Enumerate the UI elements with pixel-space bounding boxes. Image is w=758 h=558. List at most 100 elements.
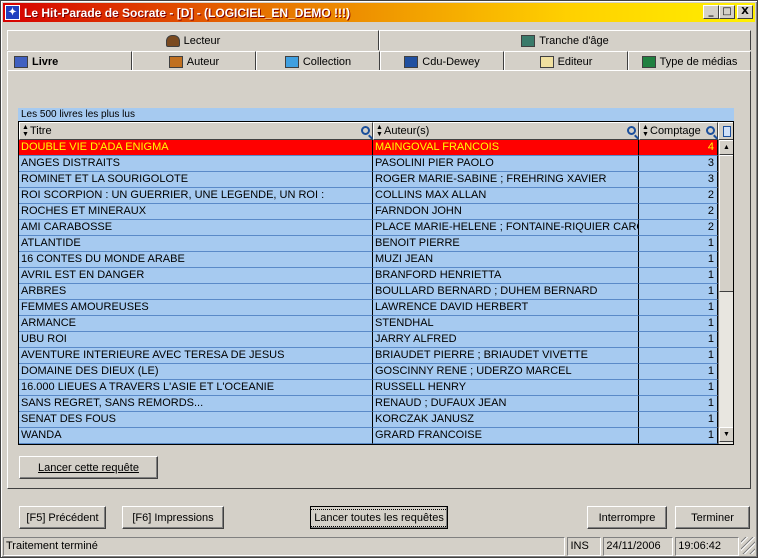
table-cell-titre[interactable]: AVRIL EST EN DANGER <box>19 268 373 284</box>
table-cell-auteur[interactable]: STENDHAL <box>373 316 639 332</box>
table-cell-auteur[interactable]: MAINGOVAL FRANCOIS <box>373 140 639 156</box>
table-cell-comptage[interactable]: 1 <box>639 252 718 268</box>
delete-icon[interactable] <box>718 122 733 140</box>
table-cell-titre[interactable]: ARBRES <box>19 284 373 300</box>
table-cell-titre[interactable]: AVENTURE INTERIEURE AVEC TERESA DE JESUS <box>19 348 373 364</box>
scroll-up-button[interactable]: ▲ <box>719 140 733 155</box>
resize-grip[interactable] <box>741 537 755 554</box>
table-cell-titre[interactable]: SENAT DES FOUS <box>19 412 373 428</box>
table-cell-auteur[interactable]: RUSSELL HENRY <box>373 380 639 396</box>
table-row[interactable]: ROMINET ET LA SOURIGOLOTE ROGER MARIE-SAB… <box>19 172 718 188</box>
column-header-titre[interactable]: ▲ ▼ Titre <box>19 122 373 140</box>
tab-livre[interactable]: Livre <box>7 51 132 72</box>
table-cell-comptage[interactable]: 1 <box>639 428 718 444</box>
table-cell-comptage[interactable]: 1 <box>639 268 718 284</box>
table-cell-titre[interactable]: ATLANTIDE <box>19 236 373 252</box>
table-cell-titre[interactable]: SANS REGRET, SANS REMORDS... <box>19 396 373 412</box>
table-cell-titre[interactable]: ROMINET ET LA SOURIGOLOTE <box>19 172 373 188</box>
table-row[interactable]: ATLANTIDE BENOIT PIERRE 1 <box>19 236 718 252</box>
table-cell-titre[interactable]: WANDA <box>19 428 373 444</box>
table-row[interactable]: AMI CARABOSSE PLACE MARIE-HELENE ; FONTAI… <box>19 220 718 236</box>
results-grid[interactable]: ▲ ▼ Titre ▲ ▼ Auteur(s) ▲ ▼ Comptage DOUBLE… <box>18 121 734 445</box>
table-row[interactable]: SANS REGRET, SANS REMORDS... RENAUD ; DUF… <box>19 396 718 412</box>
table-cell-auteur[interactable]: MUZI JEAN <box>373 252 639 268</box>
table-cell-auteur[interactable]: COLLINS MAX ALLAN <box>373 188 639 204</box>
table-row[interactable]: SENAT DES FOUS KORCZAK JANUSZ 1 <box>19 412 718 428</box>
table-cell-comptage[interactable]: 4 <box>639 140 718 156</box>
table-row[interactable]: ARBRES BOULLARD BERNARD ; DUHEM BERNARD 1 <box>19 284 718 300</box>
tab-cdu-dewey[interactable]: Cdu-Dewey <box>380 51 504 71</box>
table-cell-comptage[interactable]: 3 <box>639 172 718 188</box>
table-cell-comptage[interactable]: 1 <box>639 412 718 428</box>
table-cell-titre[interactable]: DOUBLE VIE D'ADA ENIGMA <box>19 140 373 156</box>
table-cell-auteur[interactable]: PASOLINI PIER PAOLO <box>373 156 639 172</box>
table-cell-auteur[interactable]: RENAUD ; DUFAUX JEAN <box>373 396 639 412</box>
table-cell-auteur[interactable]: BRIAUDET PIERRE ; BRIAUDET VIVETTE <box>373 348 639 364</box>
table-cell-auteur[interactable]: GOSCINNY RENE ; UDERZO MARCEL <box>373 364 639 380</box>
table-row[interactable]: UBU ROI JARRY ALFRED 1 <box>19 332 718 348</box>
table-cell-comptage[interactable]: 1 <box>639 284 718 300</box>
sort-icon[interactable]: ▲ ▼ <box>642 124 649 138</box>
table-cell-titre[interactable]: UBU ROI <box>19 332 373 348</box>
table-cell-titre[interactable]: ROCHES ET MINERAUX <box>19 204 373 220</box>
table-cell-comptage[interactable]: 1 <box>639 316 718 332</box>
table-row[interactable]: DOMAINE DES DIEUX (LE) GOSCINNY RENE ; UD… <box>19 364 718 380</box>
interrupt-button[interactable]: Interrompre <box>587 506 667 529</box>
previous-button[interactable]: [F5] Précédent <box>19 506 106 529</box>
table-cell-titre[interactable]: FEMMES AMOUREUSES <box>19 300 373 316</box>
table-cell-comptage[interactable]: 1 <box>639 300 718 316</box>
run-all-queries-button[interactable]: Lancer toutes les requêtes <box>310 506 448 529</box>
minimize-button[interactable]: _ <box>703 5 719 19</box>
table-cell-titre[interactable]: 16 CONTES DU MONDE ARABE <box>19 252 373 268</box>
sort-icon[interactable]: ▲ ▼ <box>376 124 383 138</box>
table-cell-auteur[interactable]: ROGER MARIE-SABINE ; FREHRING XAVIER <box>373 172 639 188</box>
tab-auteur[interactable]: Auteur <box>132 51 256 71</box>
tab-tranche-age[interactable]: Tranche d'âge <box>379 30 751 50</box>
table-cell-titre[interactable]: ARMANCE <box>19 316 373 332</box>
table-row[interactable]: 16.000 LIEUES A TRAVERS L'ASIE ET L'OCEA… <box>19 380 718 396</box>
table-row[interactable]: FEMMES AMOUREUSES LAWRENCE DAVID HERBERT 1 <box>19 300 718 316</box>
search-icon[interactable] <box>706 126 715 135</box>
tab-type-medias[interactable]: Type de médias <box>628 51 751 71</box>
table-cell-auteur[interactable]: BRANFORD HENRIETTA <box>373 268 639 284</box>
column-header-auteurs[interactable]: ▲ ▼ Auteur(s) <box>373 122 639 140</box>
table-cell-comptage[interactable]: 2 <box>639 188 718 204</box>
table-cell-auteur[interactable]: PLACE MARIE-HELENE ; FONTAINE-RIQUIER CA… <box>373 220 639 236</box>
table-cell-titre[interactable]: 16.000 LIEUES A TRAVERS L'ASIE ET L'OCEA… <box>19 380 373 396</box>
table-cell-titre[interactable]: DOMAINE DES DIEUX (LE) <box>19 364 373 380</box>
table-cell-comptage[interactable]: 1 <box>639 332 718 348</box>
table-cell-comptage[interactable]: 1 <box>639 236 718 252</box>
vertical-scrollbar[interactable]: ▲ ▼ <box>718 140 733 444</box>
table-cell-titre[interactable]: AMI CARABOSSE <box>19 220 373 236</box>
table-row[interactable]: ROCHES ET MINERAUX FARNDON JOHN 2 <box>19 204 718 220</box>
table-row[interactable]: ANGES DISTRAITS PASOLINI PIER PAOLO 3 <box>19 156 718 172</box>
table-cell-auteur[interactable]: FARNDON JOHN <box>373 204 639 220</box>
table-cell-comptage[interactable]: 1 <box>639 348 718 364</box>
tab-editeur[interactable]: Editeur <box>504 51 628 71</box>
table-cell-comptage[interactable]: 1 <box>639 380 718 396</box>
table-row[interactable]: ARMANCE STENDHAL 1 <box>19 316 718 332</box>
sort-icon[interactable]: ▲ ▼ <box>22 124 29 138</box>
table-cell-auteur[interactable]: BOULLARD BERNARD ; DUHEM BERNARD <box>373 284 639 300</box>
tab-lecteur[interactable]: Lecteur <box>7 30 379 50</box>
app-icon[interactable]: ✦ <box>5 5 20 20</box>
table-cell-comptage[interactable]: 2 <box>639 204 718 220</box>
table-cell-titre[interactable]: ANGES DISTRAITS <box>19 156 373 172</box>
table-row[interactable]: AVENTURE INTERIEURE AVEC TERESA DE JESUS… <box>19 348 718 364</box>
table-row[interactable]: WANDA GRARD FRANCOISE 1 <box>19 428 718 444</box>
table-cell-auteur[interactable]: JARRY ALFRED <box>373 332 639 348</box>
tab-collection[interactable]: Collection <box>256 51 380 71</box>
table-cell-auteur[interactable]: KORCZAK JANUSZ <box>373 412 639 428</box>
table-row[interactable]: 16 CONTES DU MONDE ARABE MUZI JEAN 1 <box>19 252 718 268</box>
table-row[interactable]: AVRIL EST EN DANGER BRANFORD HENRIETTA 1 <box>19 268 718 284</box>
table-cell-comptage[interactable]: 3 <box>639 156 718 172</box>
close-button[interactable]: X <box>737 5 753 19</box>
scroll-down-button[interactable]: ▼ <box>719 427 733 442</box>
maximize-button[interactable]: □ <box>719 5 735 19</box>
table-cell-auteur[interactable]: BENOIT PIERRE <box>373 236 639 252</box>
table-cell-comptage[interactable]: 2 <box>639 220 718 236</box>
table-cell-auteur[interactable]: LAWRENCE DAVID HERBERT <box>373 300 639 316</box>
run-query-button[interactable]: Lancer cette requête <box>19 456 158 479</box>
table-cell-titre[interactable]: ROI SCORPION : UN GUERRIER, UNE LEGENDE,… <box>19 188 373 204</box>
table-row[interactable]: ROI SCORPION : UN GUERRIER, UNE LEGENDE,… <box>19 188 718 204</box>
